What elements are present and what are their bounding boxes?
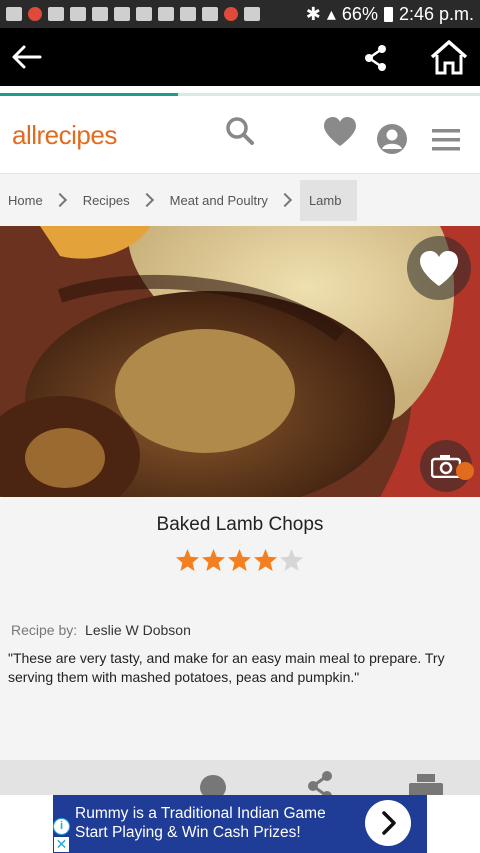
mail-notification-icon (180, 7, 196, 21)
allrecipes-logo[interactable]: allrecipes (12, 120, 117, 151)
star-rating[interactable] (175, 548, 304, 573)
alert-notification-icon (28, 7, 42, 21)
star-filled-icon (202, 549, 225, 571)
ad-open-button[interactable] (365, 800, 411, 846)
recipe-toolbar (0, 760, 480, 795)
person-notification-icon (92, 7, 108, 21)
search-icon[interactable] (225, 116, 255, 146)
heart-icon (420, 251, 458, 286)
ad-line-2: Start Playing & Win Cash Prizes! (75, 824, 301, 841)
recipe-description: "These are very tasty, and make for an e… (8, 650, 445, 685)
chevron-right-icon (277, 192, 293, 208)
star-filled-icon (176, 549, 199, 571)
site-header: allrecipes (0, 96, 480, 174)
page-load-progress (0, 86, 480, 96)
app-bar (0, 28, 480, 86)
info-icon[interactable]: i (53, 818, 70, 835)
status-bar: ✱ ▴ 66% 2:46 p.m. (0, 0, 480, 28)
location-notification-icon (114, 7, 130, 21)
save-favorite-button[interactable] (407, 236, 471, 300)
signal-icon: ▴ (326, 3, 336, 24)
chevron-right-icon (139, 192, 154, 208)
breadcrumb-home[interactable]: Home (8, 193, 43, 208)
star-filled-icon (254, 549, 277, 571)
envelope-notification-icon (202, 7, 218, 21)
notification-icons (6, 7, 260, 21)
star-filled-icon (228, 549, 251, 571)
print-icon[interactable] (409, 774, 443, 795)
breadcrumb-meat-and-poultry[interactable]: Meat and Poultry (170, 193, 268, 208)
ad-line-1: Rummy is a Traditional Indian Game (75, 805, 326, 822)
location-pin-icon[interactable] (198, 774, 228, 795)
close-icon[interactable]: ✕ (54, 837, 69, 852)
recipe-byline: Recipe by: Leslie W Dobson (11, 622, 191, 638)
ad-text: Rummy is a Traditional Indian Game Start… (75, 804, 326, 842)
battery-icon (383, 6, 393, 22)
ad-banner[interactable]: Rummy is a Traditional Indian Game Start… (53, 795, 427, 853)
add-photo-badge (456, 462, 474, 480)
share-icon[interactable] (305, 770, 335, 795)
home-icon[interactable] (429, 39, 469, 75)
back-arrow-icon[interactable] (10, 43, 42, 71)
image-notification-icon (136, 7, 152, 21)
breadcrumb-recipes[interactable]: Recipes (83, 193, 130, 208)
app-notification-icon (224, 7, 238, 21)
battery-level: 66% (341, 3, 378, 24)
breadcrumb-lamb[interactable]: Lamb (299, 179, 358, 221)
recipe-title: Baked Lamb Chops (156, 514, 324, 535)
heart-icon[interactable] (322, 116, 358, 148)
share-icon[interactable] (363, 44, 389, 72)
news-notification-icon (48, 7, 64, 21)
breadcrumb: Home Recipes Meat and Poultry Lamb (0, 174, 480, 226)
bluetooth-icon: ✱ (305, 3, 321, 24)
recipe-by-label: Recipe by: (11, 622, 78, 638)
chat-notification-icon (6, 7, 22, 21)
author-link[interactable]: Leslie W Dobson (85, 622, 191, 638)
user-avatar-icon[interactable] (376, 123, 408, 155)
news-notification-icon (70, 7, 86, 21)
hamburger-menu-icon[interactable] (432, 128, 460, 152)
flipboard-notification-icon (244, 7, 260, 21)
v-notification-icon (158, 7, 174, 21)
chevron-right-icon (382, 811, 396, 835)
star-empty-icon (280, 549, 303, 571)
clock: 2:46 p.m. (398, 3, 474, 24)
chevron-right-icon (52, 192, 67, 208)
